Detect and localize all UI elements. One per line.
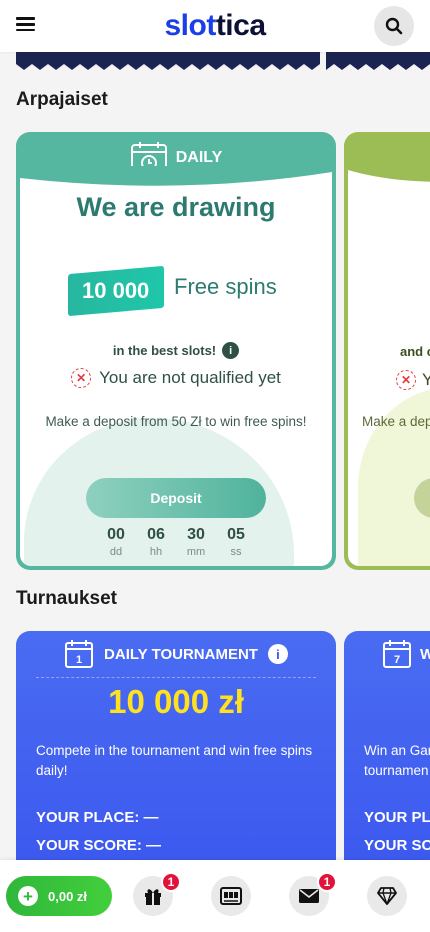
slottica-logo[interactable]: slottica [164, 9, 266, 43]
timer-value: 30 [187, 526, 205, 543]
header-curve [348, 166, 430, 182]
your-place: YOUR PLACE: — [36, 809, 159, 826]
deposit-note: Make a deposit from 50 Zł to win free sp… [45, 414, 307, 429]
qualification-status: ✕ You are not qualified yet [16, 368, 336, 388]
timer-minutes: 30 mm [185, 526, 207, 558]
tournament-prize: 10 000 zł [108, 683, 244, 720]
next-deposit-note: Make a dep [362, 414, 430, 429]
next-lottery-card[interactable]: and c ✕Y Make a dep [344, 132, 430, 570]
gifts-button[interactable]: 1 [133, 872, 181, 916]
timer-label: hh [149, 546, 163, 558]
calendar-icon: 1 [65, 640, 94, 668]
top-header: slottica [0, 0, 430, 52]
messages-badge: 1 [317, 872, 337, 892]
bottom-navigation: + 0,00 zł 1 1 [0, 860, 430, 932]
plus-icon: + [18, 886, 38, 906]
timer-label: ss [230, 546, 242, 558]
spins-amount-badge: 10 000 [68, 265, 164, 317]
next-your-place: YOUR PLA [364, 809, 430, 826]
header-curve [20, 166, 332, 186]
close-circle-icon: ✕ [71, 368, 92, 388]
logo-text-tica: tica [215, 9, 266, 42]
close-circle-icon: ✕ [396, 370, 416, 390]
next-tournament-label: W [420, 645, 430, 663]
hamburger-menu-icon[interactable] [16, 14, 40, 38]
timer-value: 00 [107, 526, 125, 543]
daily-lottery-card[interactable]: DAILY We are drawing 10 000 Free spins i… [16, 132, 336, 570]
free-spins-label: Free spins [174, 274, 277, 299]
balance-deposit-button[interactable]: + 0,00 zł [6, 876, 112, 916]
calendar-icon: 7 [383, 640, 411, 668]
timer-days: 00 dd [105, 526, 127, 558]
next-tournament-card[interactable]: 7 W Win an Gar tournamen YOUR PLA YOUR S… [344, 631, 430, 891]
slot-machine-icon [220, 887, 242, 905]
messages-button[interactable]: 1 [289, 872, 337, 916]
drawing-title: We are drawing [76, 192, 276, 222]
tournament-header: 1 DAILY TOURNAMENT i [16, 639, 336, 669]
divider [36, 677, 316, 678]
next-your-score: YOUR SC [364, 837, 430, 854]
timer-hours: 06 hh [145, 526, 167, 558]
envelope-icon [299, 889, 319, 903]
countdown-timer: 00 dd 06 hh 30 mm 05 ss [16, 526, 336, 558]
deposit-button[interactable]: Deposit [86, 478, 266, 518]
lotteries-section-title: Arpajaiset [16, 89, 108, 110]
logo-text-slot: slot [164, 9, 216, 42]
slots-button[interactable] [211, 876, 251, 916]
gift-icon [145, 889, 161, 905]
tournament-label: DAILY TOURNAMENT [104, 645, 258, 663]
svg-text:7: 7 [394, 654, 400, 666]
your-score: YOUR SCORE: — [36, 837, 162, 854]
next-tournament-description: Win an Gar tournamen [364, 743, 430, 778]
balance-amount: 0,00 zł [48, 888, 88, 904]
next-tournament-header: 7 W [382, 639, 430, 669]
next-qualification-text: Y [422, 370, 430, 389]
search-icon [385, 17, 403, 35]
timer-label: mm [186, 546, 206, 558]
info-icon[interactable]: i [222, 342, 240, 359]
spins-amount: 10 000 [82, 278, 150, 304]
timer-value: 06 [147, 526, 165, 543]
qualification-text: You are not qualified yet [99, 368, 281, 387]
best-slots-text: in the best slots! [112, 343, 217, 358]
tournament-description: Compete in the tournament and win free s… [36, 743, 313, 778]
daily-tournament-card[interactable]: 1 DAILY TOURNAMENT i 10 000 zł Compete i… [16, 631, 336, 891]
vip-button[interactable] [367, 876, 407, 916]
timer-seconds: 05 ss [225, 526, 247, 558]
gifts-badge: 1 [161, 872, 181, 892]
daily-label: DAILY [175, 149, 223, 166]
diamond-icon [377, 887, 397, 905]
next-qualification-status: ✕ Y [396, 370, 430, 390]
info-icon[interactable]: i [267, 644, 288, 664]
promo-banner-edge[interactable] [0, 52, 430, 72]
timer-value: 05 [227, 526, 245, 543]
tournaments-section-title: Turnaukset [16, 588, 118, 609]
search-button[interactable] [374, 6, 414, 46]
timer-label: dd [109, 546, 123, 558]
best-slots-row: in the best slots! i [16, 342, 336, 359]
next-lottery-subtitle: and c [400, 344, 430, 359]
svg-text:1: 1 [76, 654, 82, 666]
